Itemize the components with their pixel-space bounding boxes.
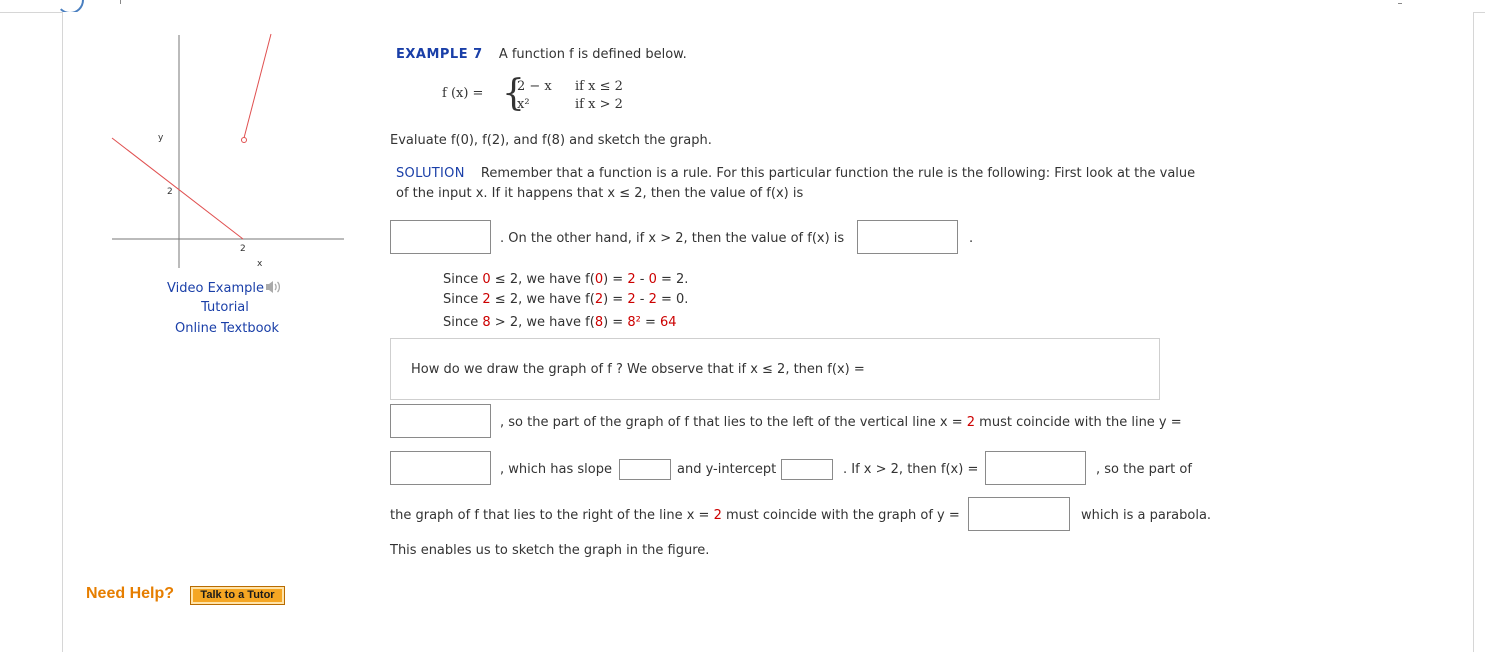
fx-gt2-input[interactable]: [985, 451, 1086, 485]
open-circle-point: [241, 137, 247, 143]
need-help-label: Need Help?: [86, 585, 175, 602]
line-y-input[interactable]: [390, 451, 491, 485]
y-tick-label: 2: [167, 187, 173, 197]
speaker-icon[interactable]: [265, 279, 283, 295]
case1-cond: if x ≤ 2: [575, 79, 623, 94]
tutorial-link[interactable]: Tutorial: [201, 300, 249, 315]
since-line-2: Since 2 ≤ 2, we have f(2) = 2 - 2 = 0.: [443, 292, 689, 307]
video-example-row: Video Example: [160, 279, 290, 296]
solution-label: SOLUTION: [396, 166, 465, 181]
example-intro: A function f is defined below.: [498, 47, 687, 62]
since-line-1: Since 0 ≤ 2, we have f(0) = 2 - 0 = 2.: [443, 272, 689, 287]
parabola-text: which is a parabola.: [1081, 508, 1212, 523]
graph-parabola-segment: [243, 33, 272, 139]
draw-question-text: How do we draw the graph of f ? We obser…: [411, 362, 865, 377]
yint-text: and y-intercept: [677, 462, 777, 477]
case1-expr: 2 − x: [517, 79, 552, 94]
evaluate-text: Evaluate f(0), f(2), and f(8) and sketch…: [390, 133, 712, 148]
function-graph: y x 2 2: [111, 33, 344, 269]
case2-cond: if x > 2: [575, 97, 623, 112]
since-line-3: Since 8 > 2, we have f(8) = 8² = 64: [443, 315, 677, 330]
top-divider: [120, 0, 121, 4]
textbook-row: Online Textbook: [162, 321, 292, 336]
corner-mark: [1398, 0, 1402, 4]
solution-line3-mid: . On the other hand, if x > 2, then the …: [500, 231, 845, 246]
closing-text: This enables us to sketch the graph in t…: [390, 543, 710, 558]
solution-line1: SOLUTION Remember that a function is a r…: [396, 166, 1195, 181]
ifx-text: . If x > 2, then f(x) =: [843, 462, 979, 477]
slope-input[interactable]: [619, 459, 671, 480]
so-part-text: , so the part of: [1096, 462, 1192, 477]
example-label: EXAMPLE 7: [396, 47, 483, 62]
x-axis-label: x: [257, 259, 263, 269]
example-header: EXAMPLE 7 A function f is defined below.: [396, 47, 687, 62]
value-gt2-input[interactable]: [857, 220, 958, 254]
solution-text-1: Remember that a function is a rule. For …: [480, 166, 1196, 181]
right-part-text: the graph of f that lies to the right of…: [390, 508, 960, 523]
fx-le2-input[interactable]: [390, 404, 491, 438]
function-lhs: f (x) =: [442, 86, 484, 101]
graph-y-input[interactable]: [968, 497, 1070, 531]
solution-line2: of the input x. If it happens that x ≤ 2…: [396, 186, 804, 201]
left-part-text: , so the part of the graph of f that lie…: [500, 415, 1182, 430]
graph-line-segment: [111, 137, 244, 240]
video-example-link[interactable]: Video Example: [167, 281, 264, 296]
talk-to-tutor-button[interactable]: Talk to a Tutor: [190, 586, 285, 605]
solution-line3-end: .: [969, 231, 974, 246]
x-tick-label: 2: [240, 244, 246, 254]
tutorial-row: Tutorial: [160, 300, 290, 315]
yintercept-input[interactable]: [781, 459, 833, 480]
slope-text: , which has slope: [500, 462, 612, 477]
value-le2-input[interactable]: [390, 220, 491, 254]
online-textbook-link[interactable]: Online Textbook: [175, 321, 279, 336]
case2-expr: x²: [517, 97, 530, 112]
y-axis-label: y: [158, 133, 164, 143]
scrollbar[interactable]: [1485, 0, 1499, 632]
